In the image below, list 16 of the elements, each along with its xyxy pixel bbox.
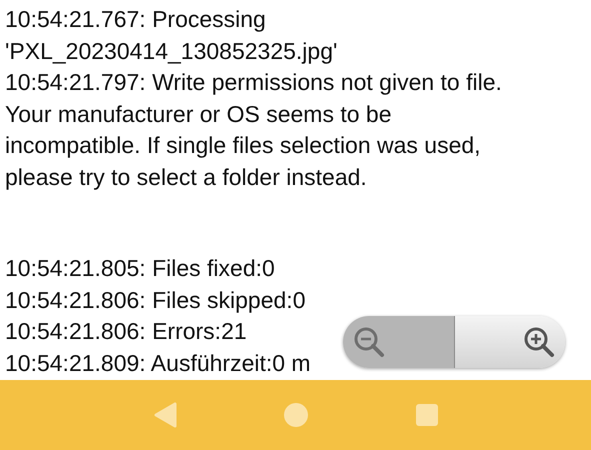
log-line: Your manufacturer or OS seems to be [5, 100, 392, 128]
log-line: please try to select a folder instead. [5, 162, 367, 192]
log-line: 10:54:21.809: Ausführzeit:0 m [5, 348, 311, 378]
zoom-in-icon [523, 326, 555, 358]
log-line: 'PXL_20230414_130852325.jpg' [5, 36, 338, 66]
log-line: 10:54:21.806: Errors:21 [5, 317, 247, 346]
log-line: 10:54:21.767: Processing [5, 5, 266, 34]
back-icon[interactable] [153, 402, 178, 428]
log-line: 10:54:21.797: Write permissions not given to file. [5, 68, 502, 97]
zoom-out-icon [353, 326, 385, 358]
home-icon[interactable] [283, 402, 310, 428]
log-line: 10:54:21.805: Files fixed:0 [5, 254, 275, 283]
log-line: incompatible. If single files selection was used, [5, 131, 481, 160]
recents-icon[interactable] [416, 404, 438, 426]
zoom-in-button[interactable] [454, 316, 565, 368]
log-line: 10:54:21.806: Files skipped:0 [5, 286, 306, 315]
